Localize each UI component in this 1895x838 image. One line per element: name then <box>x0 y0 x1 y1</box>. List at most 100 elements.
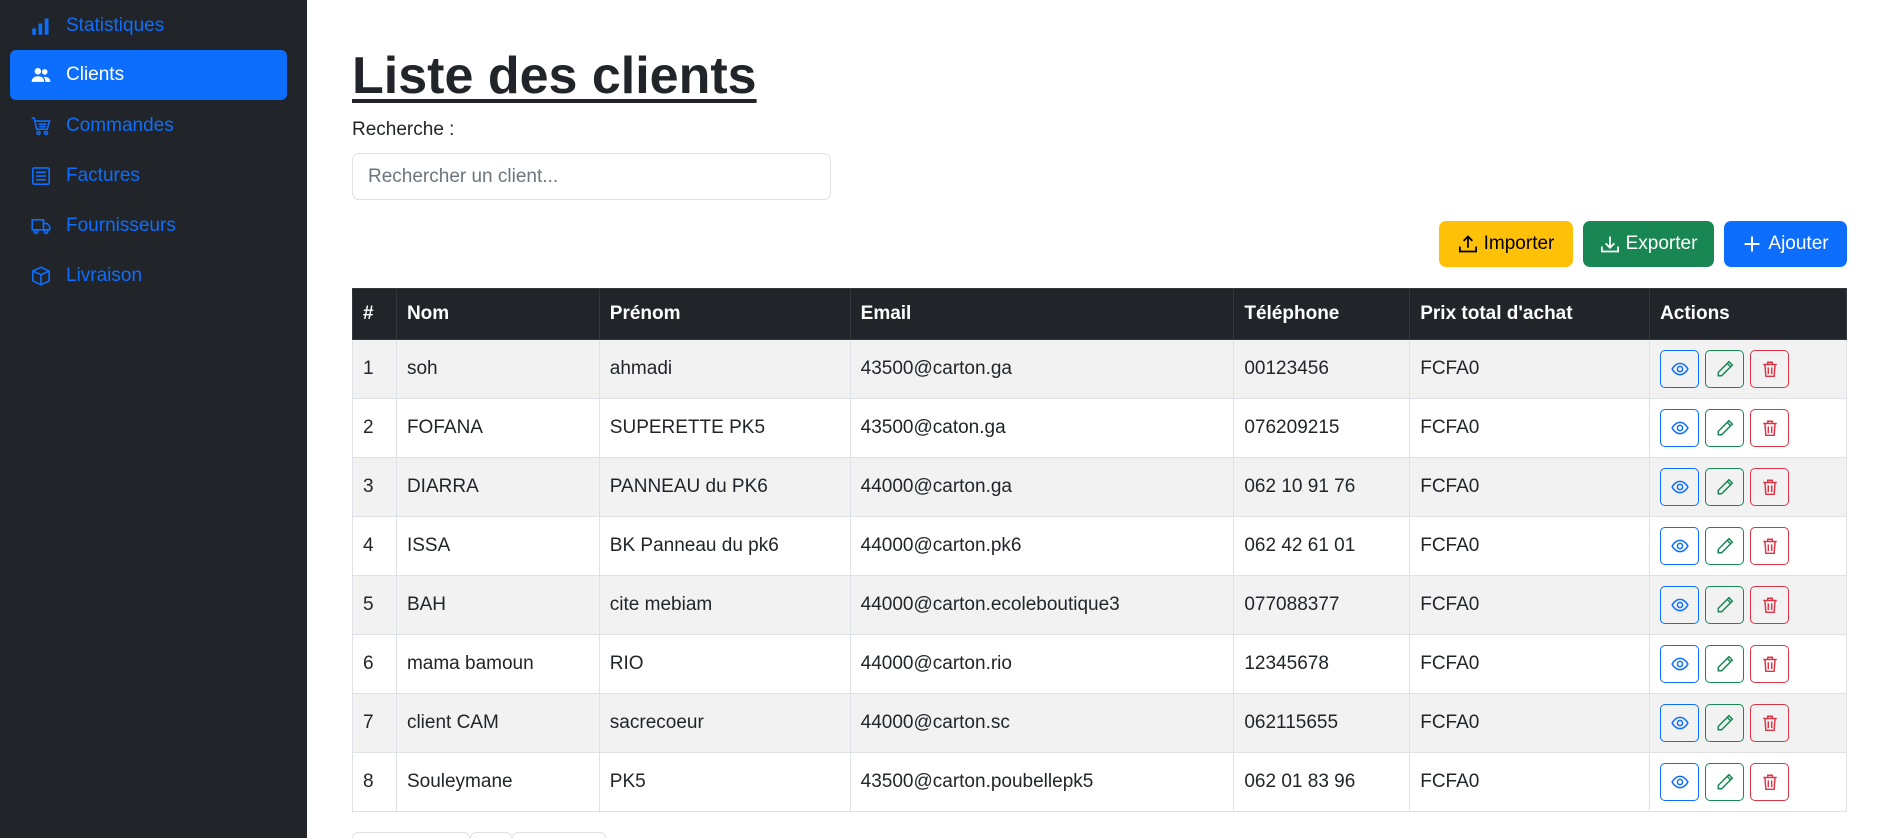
pencil-icon <box>1716 714 1734 732</box>
pencil-icon <box>1716 537 1734 555</box>
sidebar-item-fournisseurs[interactable]: Fournisseurs <box>10 201 287 251</box>
cell-prix: FCFA0 <box>1409 398 1651 458</box>
trash-icon <box>1761 596 1779 614</box>
table-row: 2 FOFANA SUPERETTE PK5 43500@caton.ga 076209… <box>352 398 1847 458</box>
add-client-button[interactable]: Ajouter <box>1724 221 1847 267</box>
delete-button[interactable] <box>1750 763 1790 801</box>
cell-actions <box>1649 516 1847 576</box>
delete-button[interactable] <box>1750 527 1790 565</box>
sidebar-item-factures[interactable]: Factures <box>10 151 287 201</box>
col-header-number: # <box>352 288 397 340</box>
delete-button[interactable] <box>1750 704 1790 742</box>
delete-button[interactable] <box>1750 645 1790 683</box>
sidebar-item-label: Statistiques <box>66 15 165 36</box>
col-header-prenom: Prénom <box>598 288 851 340</box>
trash-icon <box>1761 360 1779 378</box>
cell-actions <box>1649 693 1847 753</box>
table-row: 8 Souleymane PK5 43500@carton.poubellepk5 06… <box>352 752 1847 812</box>
view-button[interactable] <box>1660 763 1700 801</box>
export-label: Exporter <box>1625 233 1698 254</box>
sidebar-item-livraison[interactable]: Livraison <box>10 251 287 301</box>
delete-button[interactable] <box>1750 350 1790 388</box>
view-button[interactable] <box>1660 586 1700 624</box>
row-actions <box>1660 409 1836 447</box>
col-header-email: Email <box>849 288 1235 340</box>
cell-telephone: 12345678 <box>1233 634 1411 694</box>
plus-icon <box>1744 236 1760 252</box>
cell-telephone: 062 10 91 76 <box>1233 457 1411 517</box>
pagination-page[interactable] <box>470 832 512 838</box>
eye-icon <box>1670 596 1689 614</box>
edit-button[interactable] <box>1705 586 1745 624</box>
edit-button[interactable] <box>1705 704 1745 742</box>
edit-button[interactable] <box>1705 763 1745 801</box>
pencil-icon <box>1716 478 1734 496</box>
trash-icon <box>1761 655 1779 673</box>
edit-button[interactable] <box>1705 409 1745 447</box>
view-button[interactable] <box>1660 350 1700 388</box>
truck-icon <box>30 215 52 237</box>
cell-telephone: 062 01 83 96 <box>1233 752 1411 812</box>
cell-nom: soh <box>395 339 600 399</box>
cell-prenom: SUPERETTE PK5 <box>598 398 851 458</box>
cell-actions <box>1649 398 1847 458</box>
cell-number: 7 <box>352 693 397 753</box>
view-button[interactable] <box>1660 645 1700 683</box>
col-header-prix: Prix total d'achat <box>1409 288 1651 340</box>
edit-button[interactable] <box>1705 468 1745 506</box>
cell-telephone: 062115655 <box>1233 693 1411 753</box>
col-header-telephone: Téléphone <box>1233 288 1411 340</box>
view-button[interactable] <box>1660 468 1700 506</box>
cell-actions <box>1649 752 1847 812</box>
cell-number: 5 <box>352 575 397 635</box>
pencil-icon <box>1716 596 1734 614</box>
eye-icon <box>1670 655 1689 673</box>
cell-number: 8 <box>352 752 397 812</box>
pagination <box>352 832 606 838</box>
pagination-next[interactable] <box>512 832 606 838</box>
row-actions <box>1660 527 1836 565</box>
cell-actions <box>1649 634 1847 694</box>
export-button[interactable]: Exporter <box>1583 221 1714 267</box>
search-input[interactable] <box>352 153 831 200</box>
box-icon <box>30 265 52 287</box>
cell-prenom: RIO <box>598 634 851 694</box>
cell-prenom: cite mebiam <box>598 575 851 635</box>
sidebar-item-clients[interactable]: Clients <box>10 50 287 100</box>
users-icon <box>30 64 52 86</box>
sidebar-item-label: Commandes <box>66 115 174 136</box>
delete-button[interactable] <box>1750 409 1790 447</box>
cell-email: 44000@carton.rio <box>849 634 1235 694</box>
cell-prenom: PK5 <box>598 752 851 812</box>
cell-email: 44000@carton.pk6 <box>849 516 1235 576</box>
table-row: 4 ISSA BK Panneau du pk6 44000@carton.pk6 06… <box>352 516 1847 576</box>
view-button[interactable] <box>1660 409 1700 447</box>
add-label: Ajouter <box>1768 233 1829 254</box>
cell-nom: DIARRA <box>395 457 600 517</box>
cell-email: 44000@carton.sc <box>849 693 1235 753</box>
col-header-nom: Nom <box>395 288 600 340</box>
row-actions <box>1660 645 1836 683</box>
search-label: Recherche : <box>352 119 455 140</box>
cell-actions <box>1649 339 1847 399</box>
trash-icon <box>1761 478 1779 496</box>
sidebar-item-statistiques[interactable]: Statistiques <box>10 1 287 51</box>
import-label: Importer <box>1483 233 1555 254</box>
eye-icon <box>1670 419 1689 437</box>
import-button[interactable]: Importer <box>1439 221 1573 267</box>
row-actions <box>1660 586 1836 624</box>
delete-button[interactable] <box>1750 586 1790 624</box>
edit-button[interactable] <box>1705 527 1745 565</box>
sidebar-item-commandes[interactable]: Commandes <box>10 101 287 151</box>
edit-button[interactable] <box>1705 645 1745 683</box>
cell-nom: FOFANA <box>395 398 600 458</box>
delete-button[interactable] <box>1750 468 1790 506</box>
pagination-prev[interactable] <box>352 832 470 838</box>
cell-prix: FCFA0 <box>1409 752 1651 812</box>
sidebar-item-label: Clients <box>66 64 125 85</box>
view-button[interactable] <box>1660 527 1700 565</box>
cell-prenom: PANNEAU du PK6 <box>598 457 851 517</box>
edit-button[interactable] <box>1705 350 1745 388</box>
cell-telephone: 062 42 61 01 <box>1233 516 1411 576</box>
view-button[interactable] <box>1660 704 1700 742</box>
